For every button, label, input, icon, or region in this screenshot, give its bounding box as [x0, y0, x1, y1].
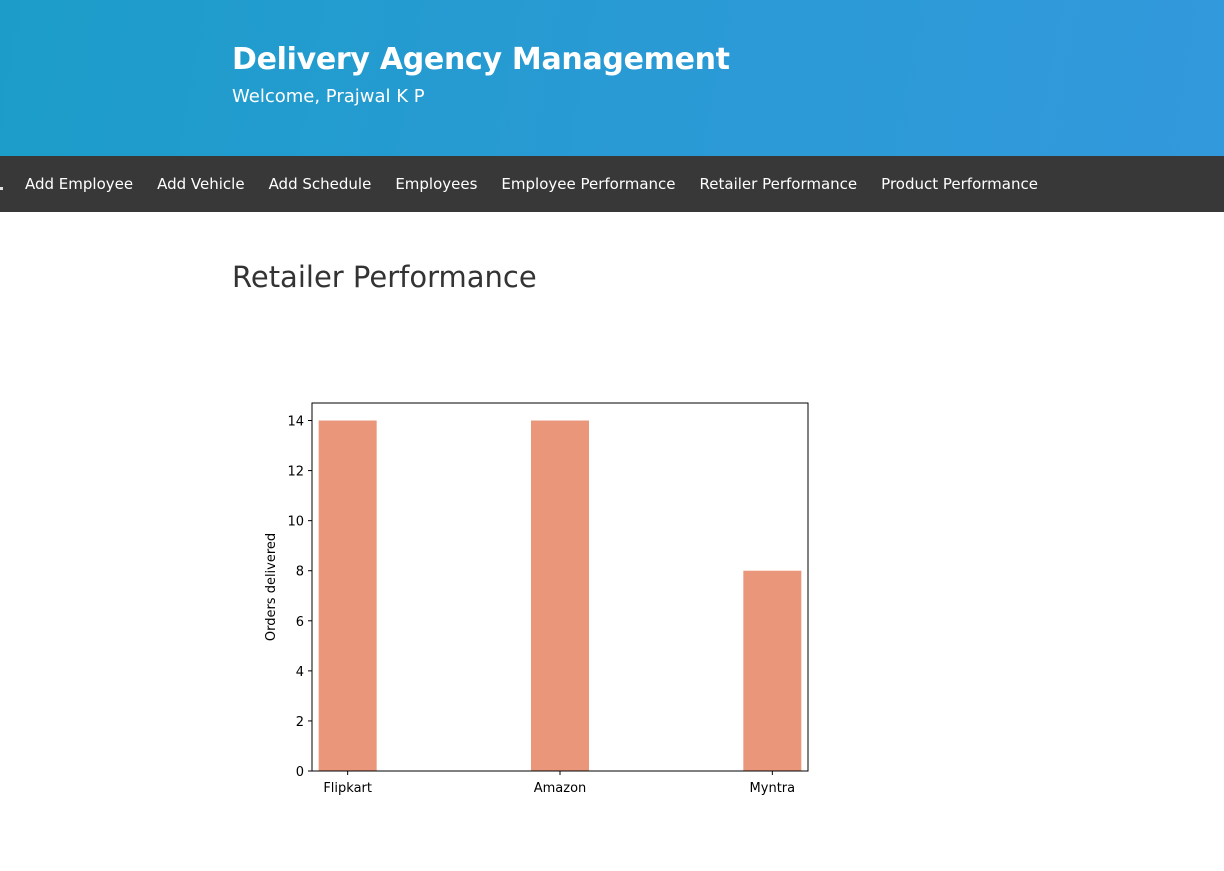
chart-bar-myntra: [743, 570, 802, 771]
x-tick-label: Myntra: [750, 781, 796, 796]
y-tick-label: 6: [296, 615, 304, 630]
nav-item-product-performance[interactable]: Product Performance: [869, 175, 1050, 193]
nav-item-add-employee[interactable]: Add Employee: [13, 175, 145, 193]
nav-item-retailer-performance[interactable]: Retailer Performance: [688, 175, 870, 193]
nav-item-employee-performance[interactable]: Employee Performance: [489, 175, 687, 193]
app-header: Delivery Agency Management Welcome, Praj…: [0, 0, 1224, 156]
y-tick-label: 2: [296, 715, 304, 730]
retailer-performance-chart: Flipkart Amazon Myntra 0 2 4 6 8 10 12 14 Orders de…: [250, 380, 830, 824]
y-tick-label: 12: [287, 465, 304, 480]
nav-item-add-vehicle[interactable]: Add Vehicle: [145, 175, 256, 193]
y-axis-label: Orders delivered: [264, 533, 279, 641]
page-title: Retailer Performance: [232, 260, 537, 294]
chart-bar-amazon: [531, 420, 589, 771]
y-tick-label: 10: [287, 515, 304, 530]
welcome-message: Welcome, Prajwal K P: [232, 86, 425, 107]
app-title: Delivery Agency Management: [232, 42, 730, 77]
x-tick-label: Amazon: [534, 781, 587, 796]
y-tick-label: 4: [296, 665, 304, 680]
y-tick-label: 8: [296, 565, 304, 580]
chart-bar-flipkart: [318, 420, 377, 771]
main-nav: Add Employee Add Vehicle Add Schedule Em…: [0, 156, 1224, 212]
nav-item-employees[interactable]: Employees: [383, 175, 489, 193]
y-tick-label: 0: [296, 765, 304, 780]
bar-chart-svg: Flipkart Amazon Myntra 0 2 4 6 8 10 12 14 Orders de…: [264, 402, 809, 796]
nav-item-add-schedule[interactable]: Add Schedule: [257, 175, 384, 193]
nav-overflow-marker: [0, 187, 3, 190]
y-tick-label: 14: [287, 415, 304, 430]
x-tick-label: Flipkart: [323, 781, 372, 796]
